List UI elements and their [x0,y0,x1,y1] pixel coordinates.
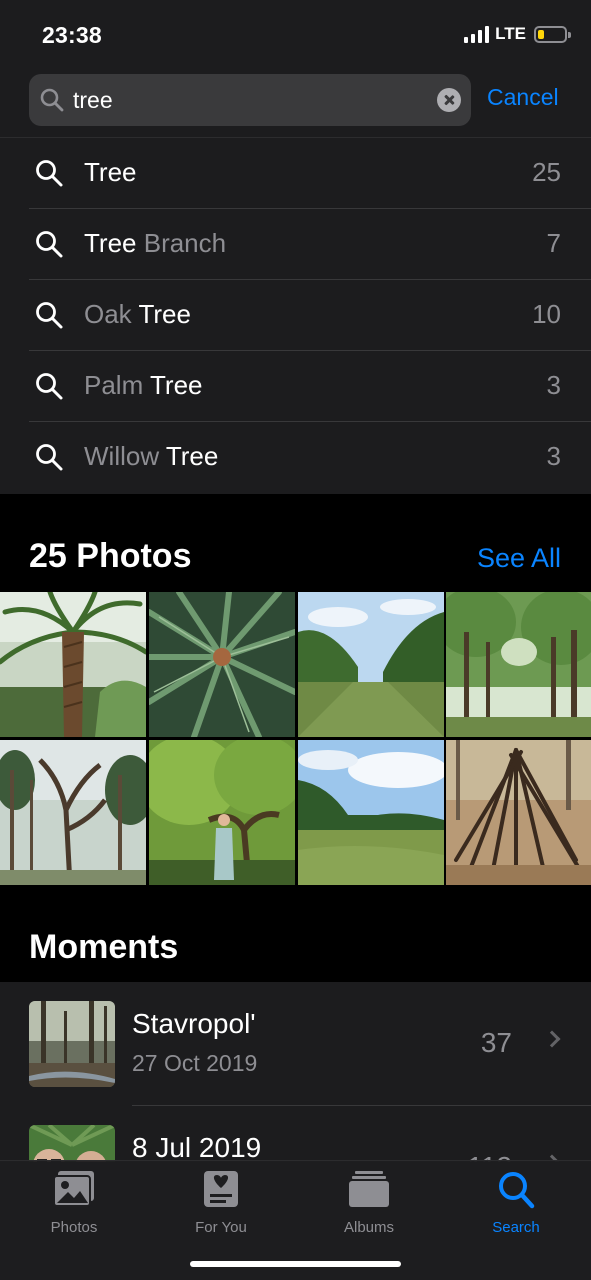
tab-search[interactable]: Search [456,1169,576,1239]
search-input[interactable] [73,74,413,126]
search-icon [36,160,63,187]
albums-icon [347,1169,391,1209]
status-time: 23:38 [42,22,102,48]
photo-thumbnail[interactable] [298,592,444,737]
suggestion-willow-tree[interactable]: Willow Tree 3 [29,422,591,494]
moment-count: 37 [480,1027,512,1058]
suggestion-tree[interactable]: Tree 25 [29,138,591,209]
network-type: LTE [495,24,526,43]
photo-thumbnail[interactable] [446,592,591,737]
suggestion-tree-branch[interactable]: Tree Branch 7 [29,209,591,280]
photo-thumbnail[interactable] [446,740,591,885]
search-icon [36,373,63,400]
suggestion-count: 3 [546,441,561,471]
cellular-signal-icon [464,25,490,43]
suggestion-count: 7 [546,228,561,258]
suggestion-count: 25 [532,157,561,187]
tab-for-you[interactable]: For You [161,1169,281,1239]
tab-albums[interactable]: Albums [309,1169,429,1239]
suggestion-count: 10 [532,299,561,329]
photo-thumbnail[interactable] [0,592,146,737]
clear-search-icon[interactable] [437,88,461,112]
suggestion-label: Oak Tree [84,299,191,329]
chevron-right-icon [543,1030,561,1048]
moments-list: Stavropol' 27 Oct 2019 37 8 Jul 2019 112 [0,982,591,1162]
for-you-icon [199,1169,243,1209]
battery-level [538,29,544,39]
moment-thumbnail [29,1125,115,1162]
search-icon [494,1169,538,1209]
tab-photos[interactable]: Photos [14,1169,134,1239]
photo-grid [0,592,591,885]
photo-thumbnail[interactable] [298,740,444,885]
moment-date: 27 Oct 2019 [132,1050,258,1076]
search-field[interactable] [29,74,471,126]
photos-icon [52,1169,96,1209]
photo-thumbnail[interactable] [149,592,295,737]
moment-row[interactable]: 8 Jul 2019 112 [0,1106,591,1162]
status-bar: 23:38 LTE [0,0,591,66]
search-header: Cancel [0,66,591,138]
moments-section-title: Moments [29,928,179,966]
suggestion-oak-tree[interactable]: Oak Tree 10 [29,280,591,351]
suggestion-label: Tree Branch [84,228,227,258]
suggestion-label: Palm Tree [84,370,203,400]
moment-title: Stavropol' [132,1008,256,1039]
search-suggestions: Tree 25 Tree Branch 7 Oak Tree 10 Palm T… [0,138,591,494]
battery-icon [534,25,571,43]
moment-title: 8 Jul 2019 [132,1132,262,1162]
search-icon [40,88,64,112]
home-indicator[interactable] [190,1261,401,1267]
see-all-link[interactable]: See All [477,543,561,574]
status-indicators: LTE [464,24,571,44]
cancel-button[interactable]: Cancel [487,84,559,111]
search-icon [36,444,63,471]
suggestion-palm-tree[interactable]: Palm Tree 3 [29,351,591,422]
photos-section-title: 25 Photos [29,537,192,575]
photo-thumbnail[interactable] [149,740,295,885]
search-icon [36,302,63,329]
suggestion-label: Willow Tree [84,441,219,471]
suggestion-label: Tree [84,157,137,187]
moment-row[interactable]: Stavropol' 27 Oct 2019 37 [0,982,591,1106]
suggestion-count: 3 [546,370,561,400]
search-icon [36,231,63,258]
moment-thumbnail [29,1001,115,1087]
photo-thumbnail[interactable] [0,740,146,885]
